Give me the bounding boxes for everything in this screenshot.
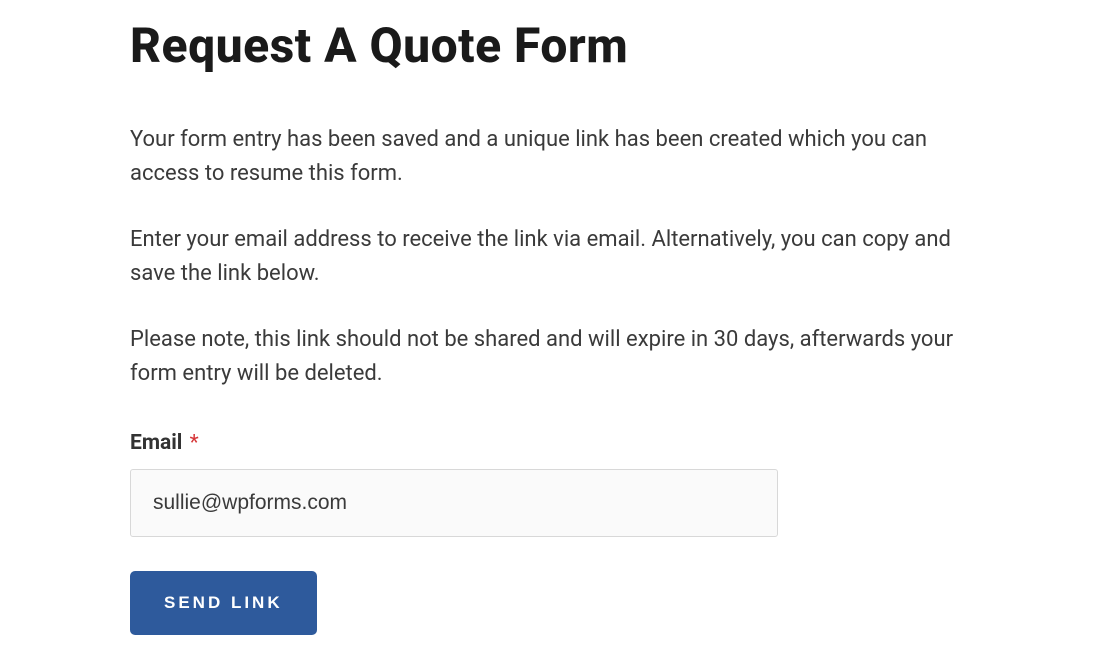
email-instruction-message: Enter your email address to receive the …: [130, 223, 986, 291]
required-indicator: *: [190, 431, 199, 455]
email-label-text: Email: [130, 431, 182, 455]
email-label: Email *: [130, 431, 986, 455]
page-title: Request A Quote Form: [130, 20, 986, 73]
expiry-warning-message: Please note, this link should not be sha…: [130, 323, 986, 391]
send-link-button[interactable]: SEND LINK: [130, 571, 317, 635]
form-container: Request A Quote Form Your form entry has…: [0, 0, 1116, 635]
email-field[interactable]: [130, 469, 778, 537]
saved-entry-message: Your form entry has been saved and a uni…: [130, 123, 986, 191]
